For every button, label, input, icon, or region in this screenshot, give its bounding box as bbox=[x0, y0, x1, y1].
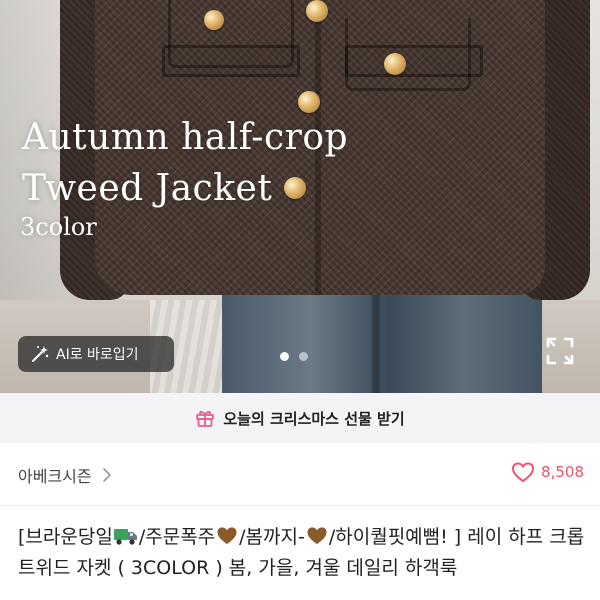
magic-wand-icon bbox=[32, 346, 49, 362]
title-segment-2: /주문폭주 bbox=[138, 526, 216, 548]
carousel-indicator bbox=[280, 352, 308, 361]
chevron-right-icon bbox=[102, 468, 111, 482]
brown-heart-icon bbox=[217, 527, 237, 545]
title-segment-3: /봄까지- bbox=[239, 526, 305, 548]
heart-icon bbox=[512, 462, 535, 483]
hero-title: Autumn half-crop Tweed Jacket bbox=[22, 112, 348, 214]
expand-icon[interactable] bbox=[543, 334, 577, 368]
shop-link[interactable]: 아베크시즌 bbox=[18, 463, 112, 487]
like-count: 8,508 bbox=[541, 463, 584, 481]
christmas-gift-banner[interactable]: 오늘의 크리스마스 선물 받기 bbox=[0, 393, 600, 443]
hero-title-line2: Tweed Jacket bbox=[22, 168, 273, 209]
jacket-flap-right bbox=[345, 45, 483, 77]
jacket-flap-left bbox=[162, 45, 300, 77]
gift-icon bbox=[196, 411, 215, 427]
gold-button bbox=[306, 0, 328, 22]
shop-name: 아베크시즌 bbox=[18, 467, 92, 486]
ai-try-on-button[interactable]: AI로 바로입기 bbox=[18, 336, 174, 372]
product-image-carousel[interactable]: Autumn half-crop Tweed Jacket 3color AI로 … bbox=[0, 0, 600, 393]
carousel-dot-1[interactable] bbox=[280, 352, 289, 361]
gift-banner-text: 오늘의 크리스마스 선물 받기 bbox=[223, 409, 405, 428]
like-button[interactable]: 8,508 bbox=[511, 461, 584, 483]
brown-heart-icon bbox=[307, 527, 327, 545]
shop-info-row: 아베크시즌 8,508 bbox=[0, 443, 600, 506]
hero-title-line1: Autumn half-crop bbox=[22, 117, 349, 158]
title-segment-1: [브라운당일 bbox=[18, 526, 113, 548]
gold-button bbox=[298, 91, 320, 113]
gold-button bbox=[204, 10, 224, 30]
delivery-truck-icon bbox=[113, 529, 137, 545]
gold-button bbox=[384, 53, 406, 75]
ai-try-on-label: AI로 바로입기 bbox=[56, 347, 139, 363]
carousel-dot-2[interactable] bbox=[299, 352, 308, 361]
hero-subtitle: 3color bbox=[20, 213, 97, 241]
product-title: [브라운당일/주문폭주/봄까지-/하이퀄핏예뻠! ] 레이 하프 크롭 트위드 … bbox=[18, 522, 588, 584]
